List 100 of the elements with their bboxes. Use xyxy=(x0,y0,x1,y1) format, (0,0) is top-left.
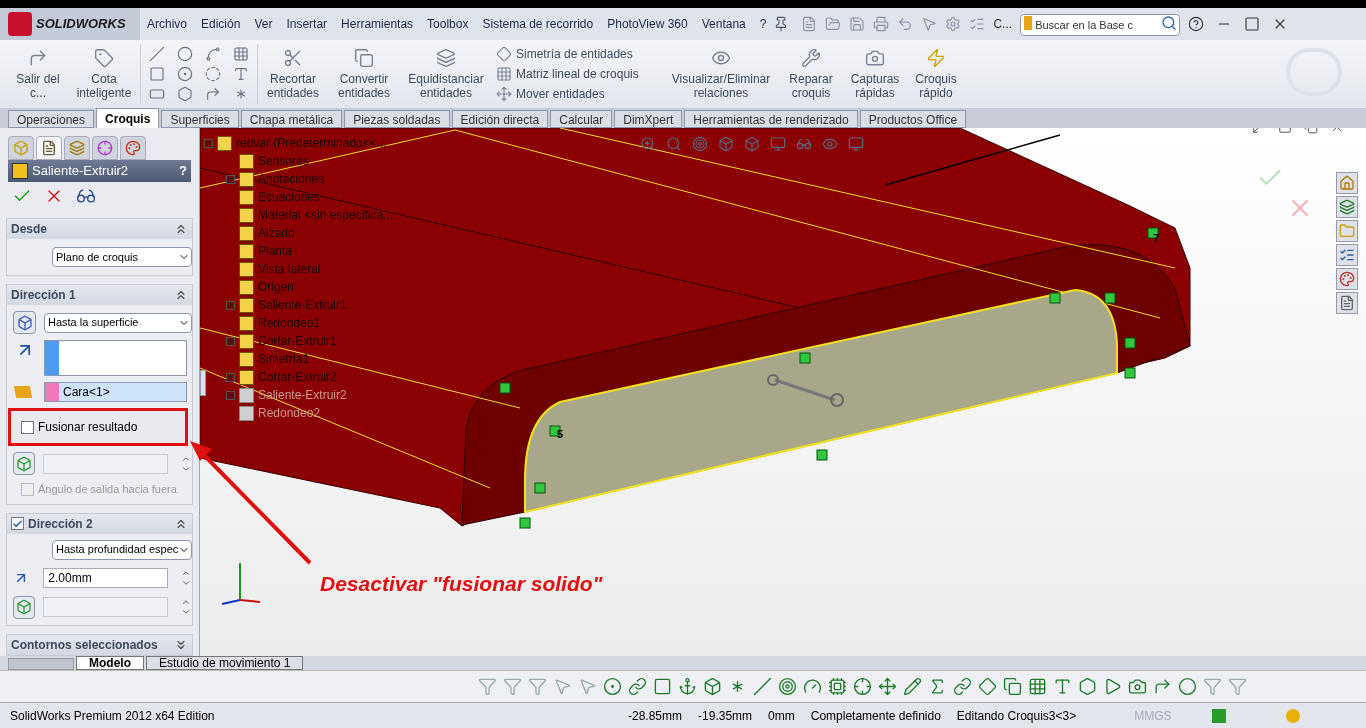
rectangle-icon[interactable] xyxy=(149,66,165,82)
selection-filter-icon[interactable] xyxy=(528,677,547,696)
new-file-icon[interactable] xyxy=(801,16,818,32)
ribbon-button[interactable]: Cota inteligente xyxy=(68,44,140,104)
trim-icon[interactable] xyxy=(283,48,303,68)
ribbon-button[interactable]: Capturas rápidas xyxy=(842,44,908,104)
panel-collapse-handle[interactable] xyxy=(200,370,206,396)
toolbar-more[interactable]: C... xyxy=(993,15,1013,33)
task-pane-tab[interactable] xyxy=(1336,244,1358,266)
menu-item[interactable]: Toolbox xyxy=(420,15,476,33)
relation-marker-icon[interactable] xyxy=(1124,367,1136,379)
task-pane-tab[interactable] xyxy=(1336,292,1358,314)
relation-marker-icon[interactable] xyxy=(1124,337,1136,349)
selection-filter-icon[interactable] xyxy=(1153,677,1172,696)
open-folder-icon[interactable] xyxy=(825,16,842,32)
selection-filter-icon[interactable] xyxy=(678,677,697,696)
input-field[interactable] xyxy=(43,597,168,617)
pointer-icon[interactable] xyxy=(921,16,938,32)
menu-item[interactable]: Archivo xyxy=(140,15,194,33)
reverse-direction-button[interactable] xyxy=(13,311,36,334)
dropdown[interactable]: Plano de croquis xyxy=(52,247,192,267)
view-settings-icon[interactable] xyxy=(848,136,864,152)
face-field[interactable]: Cara<1> xyxy=(44,382,187,402)
expand-toggle[interactable] xyxy=(226,174,235,184)
relation-marker-icon[interactable] xyxy=(549,425,561,437)
relation-marker-icon[interactable] xyxy=(499,382,511,394)
ribbon-tab[interactable]: Piezas soldadas xyxy=(344,110,450,128)
previous-view-icon[interactable] xyxy=(692,136,708,152)
relation-marker-icon[interactable] xyxy=(816,449,828,461)
selection-filter-icon[interactable] xyxy=(1128,677,1147,696)
checkbox[interactable] xyxy=(21,420,34,434)
section-header[interactable]: Contornos seleccionados xyxy=(7,634,192,655)
quick-sketch-icon[interactable] xyxy=(926,48,946,68)
selection-filter-icon[interactable] xyxy=(1178,677,1197,696)
selection-filter-icon[interactable] xyxy=(603,677,622,696)
snapshot-icon[interactable] xyxy=(865,48,885,68)
circle-icon[interactable] xyxy=(177,46,193,62)
zoom-area-icon[interactable] xyxy=(666,136,682,152)
display-style-icon[interactable] xyxy=(770,136,786,152)
ribbon-button[interactable]: Reparar croquis xyxy=(780,44,842,104)
dropdown[interactable]: Hasta profundidad espec xyxy=(52,539,193,560)
menu-item[interactable]: Edición xyxy=(194,15,248,33)
panel-tab[interactable] xyxy=(120,136,146,160)
selection-filter-icon[interactable] xyxy=(753,677,772,696)
convert-icon[interactable] xyxy=(354,48,374,68)
menu-item[interactable]: Insertar xyxy=(279,15,335,33)
selection-filter-icon[interactable] xyxy=(903,677,922,696)
selection-filter-icon[interactable] xyxy=(1103,677,1122,696)
menu-item[interactable]: ? xyxy=(752,15,774,33)
menu-item[interactable]: Ver xyxy=(247,15,280,33)
menu-item[interactable]: Sistema de recorrido xyxy=(475,15,601,33)
selection-filter-icon[interactable] xyxy=(553,677,572,696)
expand-toggle[interactable] xyxy=(226,300,235,310)
ribbon-tab[interactable]: Operaciones xyxy=(8,110,95,128)
selection-filter-icon[interactable] xyxy=(1003,677,1022,696)
zoom-icon[interactable] xyxy=(640,136,656,152)
body-button[interactable] xyxy=(13,595,36,619)
relation-marker-icon[interactable] xyxy=(534,482,546,494)
expand-toggle[interactable] xyxy=(226,372,235,382)
selection-filter-icon[interactable] xyxy=(628,677,647,696)
menu-item[interactable]: PhotoView 360 xyxy=(600,15,695,33)
selection-list[interactable] xyxy=(44,340,187,376)
selection-filter-icon[interactable] xyxy=(853,677,872,696)
curve-icon[interactable] xyxy=(205,46,221,62)
ribbon-button[interactable]: Visualizar/Eliminar relaciones xyxy=(662,44,780,104)
ribbon-button[interactable]: Convertir entidades xyxy=(328,44,400,104)
expand-toggle[interactable] xyxy=(226,336,235,346)
selection-filter-icon[interactable] xyxy=(803,677,822,696)
hide-show-icon[interactable] xyxy=(796,136,812,152)
line-icon[interactable] xyxy=(149,46,165,62)
relation-marker-icon[interactable] xyxy=(1049,292,1061,304)
selection-filter-icon[interactable] xyxy=(1053,677,1072,696)
bottom-tab[interactable]: Modelo xyxy=(76,656,144,670)
panel-tab[interactable] xyxy=(92,136,118,160)
body-button[interactable] xyxy=(13,452,36,475)
selection-filter-icon[interactable] xyxy=(953,677,972,696)
ribbon-button[interactable]: Croquis rápido xyxy=(908,44,964,104)
panel-tab[interactable] xyxy=(64,136,90,160)
ribbon-button[interactable]: Equidistanciar entidades xyxy=(400,44,492,104)
circle-dot-icon[interactable] xyxy=(177,66,193,82)
bottom-tab[interactable]: Estudio de movimiento 1 xyxy=(146,656,304,670)
text-icon[interactable] xyxy=(233,66,249,82)
ribbon-tab[interactable]: Superficies xyxy=(161,110,239,128)
selection-filter-icon[interactable] xyxy=(828,677,847,696)
ribbon-tab[interactable]: Chapa metálica xyxy=(240,110,343,128)
collapse-toggle[interactable] xyxy=(204,138,213,148)
save-icon[interactable] xyxy=(849,16,866,32)
task-pane-tab[interactable] xyxy=(1336,220,1358,242)
view-orientation-icon[interactable] xyxy=(744,136,760,152)
depth-field[interactable]: 2.00mm xyxy=(43,567,168,588)
section-view-icon[interactable] xyxy=(718,136,734,152)
corner-icon[interactable] xyxy=(205,86,221,102)
undo-icon[interactable] xyxy=(897,16,914,32)
dashed-circle-icon[interactable] xyxy=(205,66,221,82)
relation-marker-icon[interactable] xyxy=(519,517,531,529)
task-pane-tab[interactable] xyxy=(1336,268,1358,290)
selection-filter-icon[interactable] xyxy=(1228,677,1247,696)
selection-filter-icon[interactable] xyxy=(503,677,522,696)
ribbon-list-item[interactable]: Matriz lineal de croquis xyxy=(496,65,662,83)
selection-filter-icon[interactable] xyxy=(478,677,497,696)
